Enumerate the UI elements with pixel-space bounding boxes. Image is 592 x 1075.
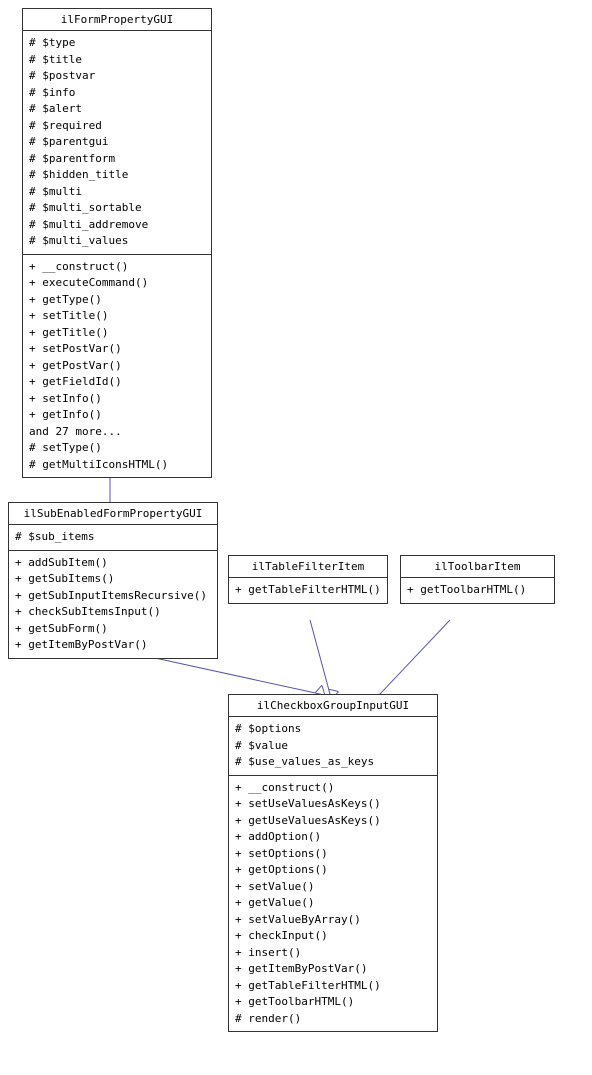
methods-ilCheckboxGroupInputGUI: + __construct() + setUseValuesAsKeys() +… [229, 776, 437, 1032]
box-ilToolbarItem: ilToolbarItem + getToolbarHTML() [400, 555, 555, 604]
methods-ilSubEnabledFormPropertyGUI: + addSubItem() + getSubItems() + getSubI… [9, 551, 217, 658]
title-ilTableFilterItem: ilTableFilterItem [229, 556, 387, 578]
box-ilSubEnabledFormPropertyGUI: ilSubEnabledFormPropertyGUI # $sub_items… [8, 502, 218, 659]
title-ilToolbarItem: ilToolbarItem [401, 556, 554, 578]
title-ilCheckboxGroupInputGUI: ilCheckboxGroupInputGUI [229, 695, 437, 717]
fields-ilSubEnabledFormPropertyGUI: # $sub_items [9, 525, 217, 551]
title-ilFormPropertyGUI: ilFormPropertyGUI [23, 9, 211, 31]
box-ilFormPropertyGUI: ilFormPropertyGUI # $type # $title # $po… [22, 8, 212, 478]
box-ilTableFilterItem: ilTableFilterItem + getTableFilterHTML() [228, 555, 388, 604]
fields-ilCheckboxGroupInputGUI: # $options # $value # $use_values_as_key… [229, 717, 437, 776]
methods-ilTableFilterItem: + getTableFilterHTML() [229, 578, 387, 603]
title-ilSubEnabledFormPropertyGUI: ilSubEnabledFormPropertyGUI [9, 503, 217, 525]
methods-ilToolbarItem: + getToolbarHTML() [401, 578, 554, 603]
box-ilCheckboxGroupInputGUI: ilCheckboxGroupInputGUI # $options # $va… [228, 694, 438, 1032]
fields-ilFormPropertyGUI: # $type # $title # $postvar # $info # $a… [23, 31, 211, 255]
methods-ilFormPropertyGUI: + __construct() + executeCommand() + get… [23, 255, 211, 478]
diagram-container: ilFormPropertyGUI # $type # $title # $po… [0, 0, 592, 1075]
